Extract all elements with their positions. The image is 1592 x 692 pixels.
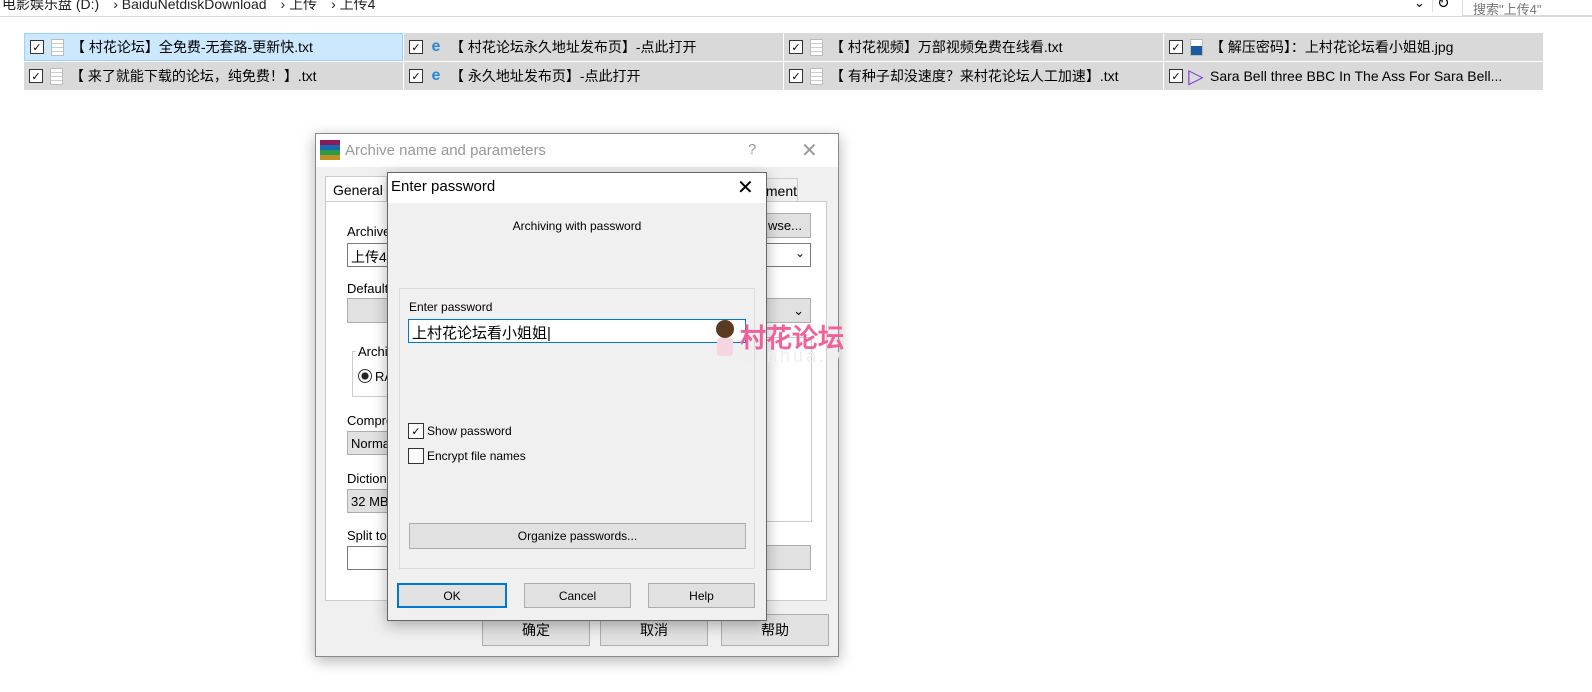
file-checkbox[interactable]: ✓ [409,40,423,54]
file-name: 【 村花论坛】全免费-无套路-更新快.txt [71,39,313,55]
file-item[interactable]: ✓ 【 村花论坛】全免费-无套路-更新快.txt [24,33,403,61]
breadcrumb-item[interactable]: 上传 [289,0,317,12]
password-dialog: Enter password ✕ Archiving with password… [387,172,767,621]
ok-button[interactable]: OK [397,583,507,608]
watermark-url: cunhua.wi [742,346,851,366]
internet-shortcut-icon: e [431,67,441,84]
close-icon[interactable]: ✕ [737,175,754,200]
chevron-down-icon[interactable]: ⌄ [1414,0,1425,11]
subtitle: Archiving with password [512,219,642,233]
text-file-icon [49,37,65,57]
file-checkbox[interactable]: ✓ [30,40,44,54]
tab-general[interactable]: General [325,176,387,202]
file-item[interactable]: ✓ e 【 村花论坛永久地址发布页】-点此打开 [404,33,783,61]
file-item[interactable]: ✓ e 【 永久地址发布页】-点此打开 [404,62,783,90]
text-file-icon [808,66,824,86]
file-item[interactable]: ✓ 【 解压密码】：上村花论坛看小姐姐.jpg [1164,33,1543,61]
file-checkbox[interactable]: ✓ [789,69,803,83]
password-input[interactable]: 上村花论坛看小姐姐| [408,319,746,343]
image-file-icon [1188,37,1204,57]
text-file-icon [808,37,824,57]
close-icon[interactable]: ✕ [801,138,818,163]
file-item[interactable]: ✓ 【 来了就能下载的论坛，纯免费！】.txt [24,62,403,90]
organize-passwords-button[interactable]: Organize passwords... [409,523,746,549]
internet-shortcut-icon: e [431,38,441,55]
rar-radio[interactable] [358,369,372,383]
file-name: Sara Bell three BBC In The Ass For Sara … [1210,68,1503,84]
breadcrumb-item[interactable]: BaiduNetdiskDownload [122,0,267,12]
dialog-title: Enter password [391,178,496,195]
help-button[interactable]: Help [648,583,755,608]
split-label: Split to [347,528,387,543]
dialog-title: Archive name and parameters [345,142,546,159]
file-checkbox[interactable]: ✓ [29,69,43,83]
video-file-icon: ▷ [1188,65,1204,88]
file-name: 【 解压密码】：上村花论坛看小姐姐.jpg [1210,39,1454,55]
archive-name-label: Archive [347,224,391,239]
file-checkbox[interactable]: ✓ [409,69,423,83]
winrar-icon [320,140,340,160]
cancel-button[interactable]: Cancel [524,583,631,608]
search-input[interactable]: 搜索"上传4" [1462,0,1592,17]
breadcrumb[interactable]: 电影娱乐盘 (D:) › BaiduNetdiskDownload › 上传 › 上传… [2,0,389,14]
file-checkbox[interactable]: ✓ [1169,69,1183,83]
encrypt-names-checkbox[interactable] [408,448,424,464]
encrypt-names-label[interactable]: Encrypt file names [427,449,526,463]
refresh-icon[interactable]: ↻ [1432,0,1452,12]
address-bar: 电影娱乐盘 (D:) › BaiduNetdiskDownload › 上传 › 上传… [0,0,1592,17]
file-name: 【 永久地址发布页】-点此打开 [450,68,641,84]
file-name: 【 村花论坛永久地址发布页】-点此打开 [450,39,697,55]
watermark-girl-icon [712,320,738,366]
text-file-icon [48,66,64,86]
password-label: Enter password [409,300,493,314]
file-name: 【 村花视频】万部视频免费在线看.txt [830,39,1063,55]
show-password-checkbox[interactable]: ✓ [408,423,424,439]
breadcrumb-item[interactable]: 电影娱乐盘 (D:) [2,0,99,12]
file-checkbox[interactable]: ✓ [1169,40,1183,54]
file-item[interactable]: ✓ 【 村花视频】万部视频免费在线看.txt [784,33,1163,61]
show-password-label[interactable]: Show password [427,424,512,438]
file-item[interactable]: ✓ ▷ Sara Bell three BBC In The Ass For Sar… [1164,62,1543,90]
breadcrumb-item[interactable]: 上传4 [340,0,376,12]
file-name: 【 来了就能下载的论坛，纯免费！】.txt [70,68,317,84]
profile-label: Default [347,281,389,296]
title-bar: Enter password ✕ [388,173,766,203]
help-icon[interactable]: ? [748,141,756,158]
file-item[interactable]: ✓ 【 有种子却没速度？来村花论坛人工加速】.txt [784,62,1163,90]
title-bar: Archive name and parameters ? ✕ [316,134,838,167]
file-checkbox[interactable]: ✓ [789,40,803,54]
file-name: 【 有种子却没速度？来村花论坛人工加速】.txt [830,68,1119,84]
